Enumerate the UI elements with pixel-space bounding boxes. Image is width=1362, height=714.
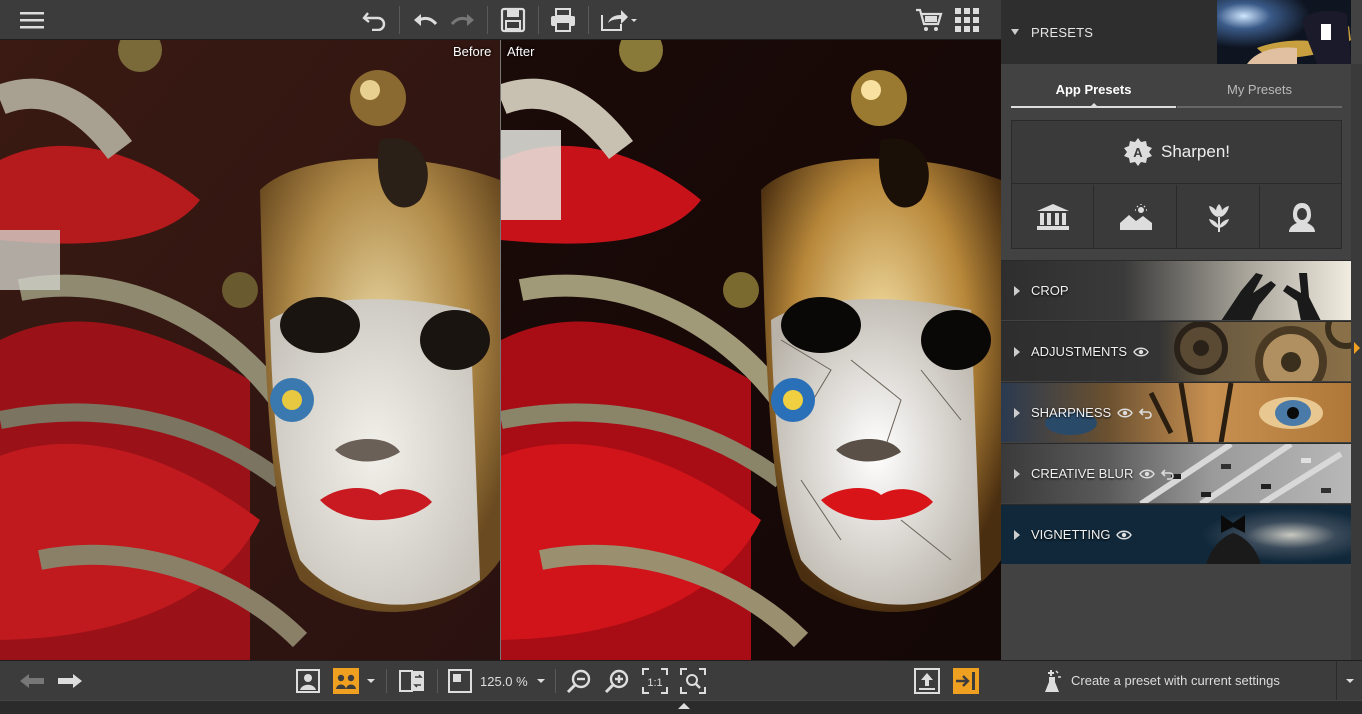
undo-step-icon[interactable] [410, 5, 440, 35]
undo-icon[interactable] [360, 5, 390, 35]
adjustments-section[interactable]: ADJUSTMENTS [1001, 321, 1351, 381]
previous-image-icon[interactable] [18, 667, 46, 695]
panel-scrollbar[interactable] [1351, 64, 1362, 660]
portrait-icon [1289, 202, 1315, 232]
upload-image-icon[interactable] [914, 667, 940, 695]
active-tab-indicator [1089, 103, 1099, 108]
save-icon[interactable] [498, 5, 528, 35]
toolbar-divider [588, 6, 589, 34]
zoom-level-value: 125.0 % [480, 673, 528, 689]
landscape-preset-button[interactable] [1095, 185, 1177, 248]
museum-icon [1036, 203, 1069, 230]
reset-icon[interactable] [1139, 407, 1153, 419]
bottom-toolbar: 125.0 % 1:1 [0, 660, 1001, 700]
fit-frame-icon [448, 669, 472, 693]
zoom-in-icon[interactable] [603, 667, 631, 695]
expand-icon [1014, 469, 1020, 479]
single-view-icon[interactable] [295, 667, 321, 695]
zoom-level-select[interactable]: 125.0 % [448, 667, 548, 695]
top-toolbar [0, 0, 1001, 40]
architecture-preset-button[interactable] [1012, 185, 1094, 248]
vignetting-section[interactable]: VIGNETTING [1001, 504, 1351, 564]
eye-icon[interactable] [1139, 469, 1156, 479]
svg-text:A: A [1133, 145, 1143, 160]
print-icon[interactable] [548, 5, 578, 35]
bottombar-divider [437, 669, 438, 693]
nature-preset-button[interactable] [1178, 185, 1260, 248]
preset-grid: A Sharpen! [1011, 120, 1342, 249]
flower-icon [1208, 203, 1229, 232]
toolbar-divider [487, 6, 488, 34]
fit-to-screen-icon[interactable] [679, 667, 707, 695]
toolbar-divider [538, 6, 539, 34]
app-window: Before After 125.0 % 1:1 PRESETS App Pre… [0, 0, 1362, 714]
landscape-icon [1119, 203, 1152, 230]
auto-sharpen-icon: A [1124, 138, 1152, 166]
creative-blur-label: CREATIVE BLUR [1031, 466, 1134, 481]
bottombar-divider [555, 669, 556, 693]
create-preset-dropdown[interactable] [1336, 660, 1362, 700]
sharpness-section[interactable]: SHARPNESS [1001, 382, 1351, 442]
creative-blur-title: CREATIVE BLUR [1031, 466, 1175, 481]
vignetting-title: VIGNETTING [1031, 527, 1133, 542]
reset-icon[interactable] [1161, 468, 1175, 480]
split-view-icon[interactable] [333, 667, 359, 695]
expand-icon [1014, 347, 1020, 357]
after-image: After [501, 40, 1001, 660]
before-image: Before [0, 40, 500, 660]
create-preset-button[interactable]: Create a preset with current settings [1001, 660, 1351, 700]
eye-icon[interactable] [1133, 347, 1149, 357]
collapse-icon [1011, 29, 1019, 35]
export-icon[interactable] [598, 5, 640, 35]
chevron-down-icon [1345, 678, 1354, 683]
status-strip [0, 700, 1362, 714]
next-image-icon[interactable] [56, 667, 84, 695]
adjustments-label: ADJUSTMENTS [1031, 344, 1128, 359]
preset-tabs: App Presets My Presets [1011, 72, 1342, 108]
create-preset-label: Create a preset with current settings [1071, 673, 1280, 688]
redo-icon[interactable] [448, 5, 478, 35]
toggle-panel-icon[interactable] [953, 667, 979, 695]
grid-icon[interactable] [952, 5, 982, 35]
actual-size-icon[interactable]: 1:1 [641, 667, 669, 695]
portrait-preset-button[interactable] [1261, 185, 1343, 248]
chevron-down-icon [536, 679, 545, 683]
sharpen-label: Sharpen! [1161, 142, 1230, 161]
crop-title: CROP [1031, 283, 1069, 298]
expand-icon [1014, 408, 1020, 418]
toolbar-divider [399, 6, 400, 34]
expand-filmstrip-icon[interactable] [678, 703, 690, 709]
crop-label: CROP [1031, 283, 1069, 298]
adjustments-title: ADJUSTMENTS [1031, 344, 1149, 359]
after-label: After [507, 44, 535, 59]
right-panel: PRESETS App Presets My Presets A Sharpen… [1001, 0, 1362, 700]
create-preset-icon [1045, 669, 1061, 692]
vignetting-label: VIGNETTING [1031, 527, 1111, 542]
eye-icon[interactable] [1116, 530, 1133, 540]
presets-header-image [1217, 0, 1351, 64]
cart-icon[interactable] [914, 5, 944, 35]
image-viewer[interactable]: Before After [0, 40, 1001, 660]
presets-header[interactable]: PRESETS [1001, 0, 1351, 64]
sharpness-title: SHARPNESS [1031, 405, 1153, 420]
before-label: Before [453, 44, 492, 59]
crop-section[interactable]: CROP [1001, 260, 1351, 320]
expand-icon [1014, 286, 1020, 296]
eye-icon[interactable] [1117, 408, 1134, 418]
panel-collapse-arrow-icon[interactable] [1354, 342, 1360, 354]
bottombar-divider [386, 669, 387, 693]
hamburger-icon[interactable] [17, 5, 47, 35]
svg-text:1:1: 1:1 [647, 677, 662, 689]
creative-blur-section[interactable]: CREATIVE BLUR [1001, 443, 1351, 503]
expand-icon [1014, 530, 1020, 540]
view-mode-dropdown-icon[interactable] [364, 667, 378, 695]
sharpness-label: SHARPNESS [1031, 405, 1112, 420]
tab-my-presets[interactable]: My Presets [1177, 72, 1342, 108]
presets-title: PRESETS [1031, 25, 1094, 40]
sharpen-preset-button[interactable]: A Sharpen! [1012, 121, 1341, 184]
zoom-out-icon[interactable] [565, 667, 593, 695]
compare-swap-icon[interactable] [398, 667, 426, 695]
